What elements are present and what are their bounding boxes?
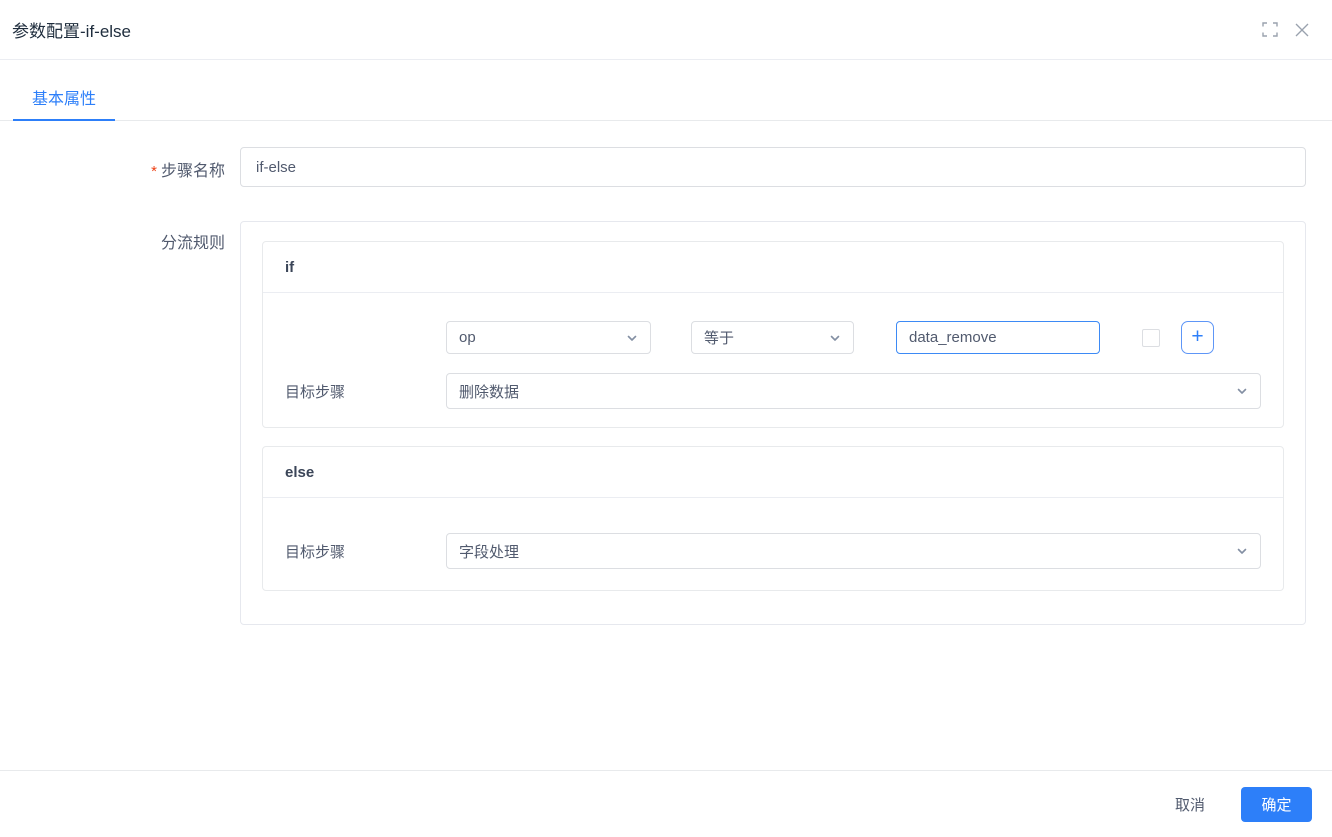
chevron-down-icon — [1237, 388, 1247, 394]
condition-row: op 等于 + — [446, 321, 1261, 354]
chevron-down-icon — [830, 335, 840, 341]
dialog-footer: 取消 确定 — [0, 770, 1332, 837]
chevron-down-icon — [627, 335, 637, 341]
branch-rules-label: 分流规则 — [160, 235, 225, 252]
required-asterisk: * — [151, 163, 157, 180]
plus-icon: + — [1191, 325, 1204, 348]
if-target-select[interactable]: 删除数据 — [446, 373, 1261, 409]
add-condition-button[interactable]: + — [1181, 321, 1214, 354]
cancel-button[interactable]: 取消 — [1175, 794, 1205, 815]
config-form: *步骤名称 分流规则 if op — [0, 121, 1332, 625]
if-target-value: 删除数据 — [459, 383, 520, 401]
dialog-header: 参数配置-if-else — [0, 0, 1332, 60]
else-target-label: 目标步骤 — [285, 543, 346, 561]
step-name-row: * 步骤名称 — [0, 147, 1332, 187]
chevron-down-icon — [1237, 548, 1247, 554]
if-target-label: 目标步骤 — [285, 383, 346, 401]
param-config-dialog: 参数配置-if-else 基本属性 * 步骤名称 if-else 分流规则 if… — [0, 0, 1332, 837]
condition-operator-select[interactable]: 等于 — [691, 321, 854, 354]
condition-checkbox[interactable] — [1142, 328, 1160, 347]
condition-field-value: op — [459, 329, 476, 346]
condition-operator-value: 等于 — [704, 330, 735, 347]
else-target-select[interactable]: 字段处理 — [446, 533, 1261, 569]
confirm-button[interactable]: 确定 — [1241, 786, 1312, 822]
else-rule-card: else 目标步骤 字段处理 — [262, 446, 1284, 591]
else-target-row: 目标步骤 字段处理 — [285, 533, 1261, 569]
close-icon[interactable] — [1290, 18, 1314, 42]
dialog-title: 参数配置-if-else — [12, 22, 132, 41]
step-name-label: * 步骤名称 — [151, 163, 225, 180]
if-rule-card: if op 等于 data_remove + 目标步骤 删除数据 — [262, 241, 1284, 428]
tab-basic-properties[interactable]: 基本属性 — [13, 75, 116, 121]
if-card-header: if — [263, 242, 1283, 293]
branch-rules-row: 分流规则 if op 等于 data_remove + 目标步骤 删除数据 el… — [0, 221, 1332, 625]
step-name-input[interactable] — [240, 147, 1306, 187]
fullscreen-icon[interactable] — [1258, 18, 1282, 42]
tab-bar: 基本属性 — [0, 60, 1332, 121]
branch-rules-container: if op 等于 data_remove + 目标步骤 删除数据 else 目标… — [240, 221, 1306, 625]
else-target-value: 字段处理 — [459, 543, 520, 561]
condition-value-input[interactable] — [896, 321, 1100, 354]
if-target-row: 目标步骤 删除数据 — [285, 373, 1261, 409]
condition-field-select[interactable]: op — [446, 321, 651, 354]
else-card-header: else — [263, 447, 1283, 498]
